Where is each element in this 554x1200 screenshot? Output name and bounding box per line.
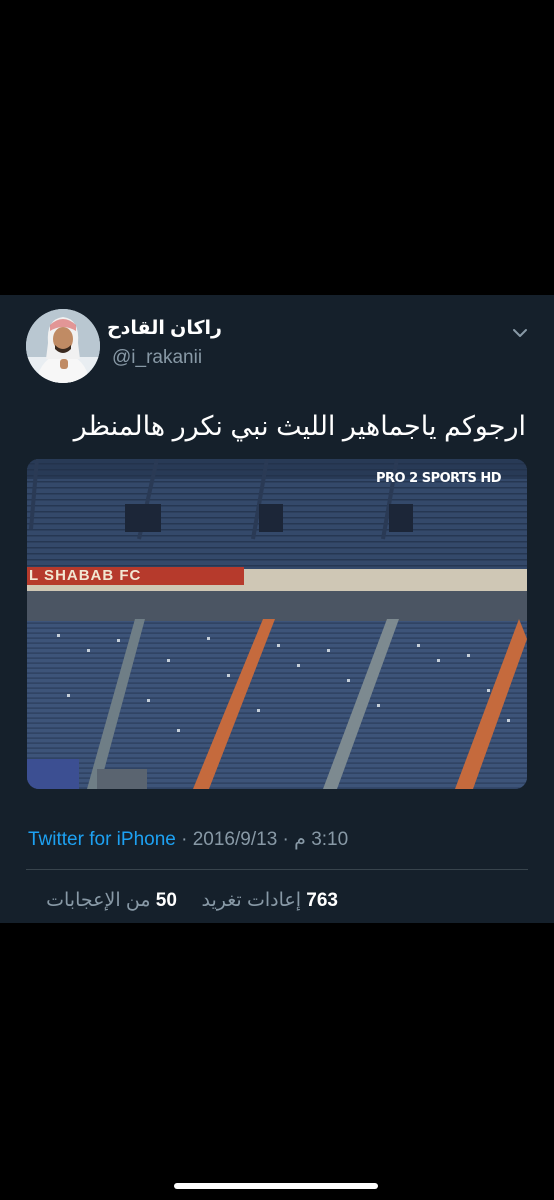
likes-stat[interactable]: 50 من الإعجابات xyxy=(46,890,177,911)
divider xyxy=(26,869,528,870)
tweet-meta: Twitter for iPhone · 2016/9/13 · 3:10 م xyxy=(28,828,348,851)
retweets-stat[interactable]: 763 إعادات تغريد xyxy=(196,890,339,911)
tweet-header: راكان القادح @i_rakanii xyxy=(0,301,554,383)
retweets-count: 763 xyxy=(306,890,338,911)
tweet-media[interactable]: L SHABAB FC PRO 2 SPORTS HD xyxy=(27,459,527,789)
tweet-card: راكان القادح @i_rakanii ارجوكم ياجماهير … xyxy=(0,295,554,923)
stadium-image xyxy=(27,459,527,789)
likes-label: من الإعجابات xyxy=(46,890,151,911)
tweet-text: ارجوكم ياجماهير الليث نبي نكرر هالمنظر xyxy=(73,411,526,441)
display-name[interactable]: راكان القادح xyxy=(107,317,222,340)
channel-watermark: PRO 2 SPORTS HD xyxy=(376,471,501,486)
chevron-down-icon[interactable] xyxy=(510,323,530,343)
meta-separator: · xyxy=(181,829,188,850)
user-handle[interactable]: @i_rakanii xyxy=(112,347,202,369)
likes-count: 50 xyxy=(155,890,177,911)
meta-separator: · xyxy=(282,829,289,850)
tweet-date: 2016/9/13 xyxy=(192,829,278,850)
tweet-time: 3:10 م xyxy=(294,829,349,850)
retweets-label: إعادات تغريد xyxy=(201,890,302,911)
stadium-banner: L SHABAB FC xyxy=(27,567,244,585)
tweet-stats: 763 إعادات تغريد 50 من الإعجابات xyxy=(46,889,338,912)
avatar[interactable] xyxy=(26,309,100,383)
avatar-image xyxy=(26,309,100,383)
home-indicator[interactable] xyxy=(174,1183,378,1189)
source-link[interactable]: Twitter for iPhone xyxy=(28,829,176,850)
